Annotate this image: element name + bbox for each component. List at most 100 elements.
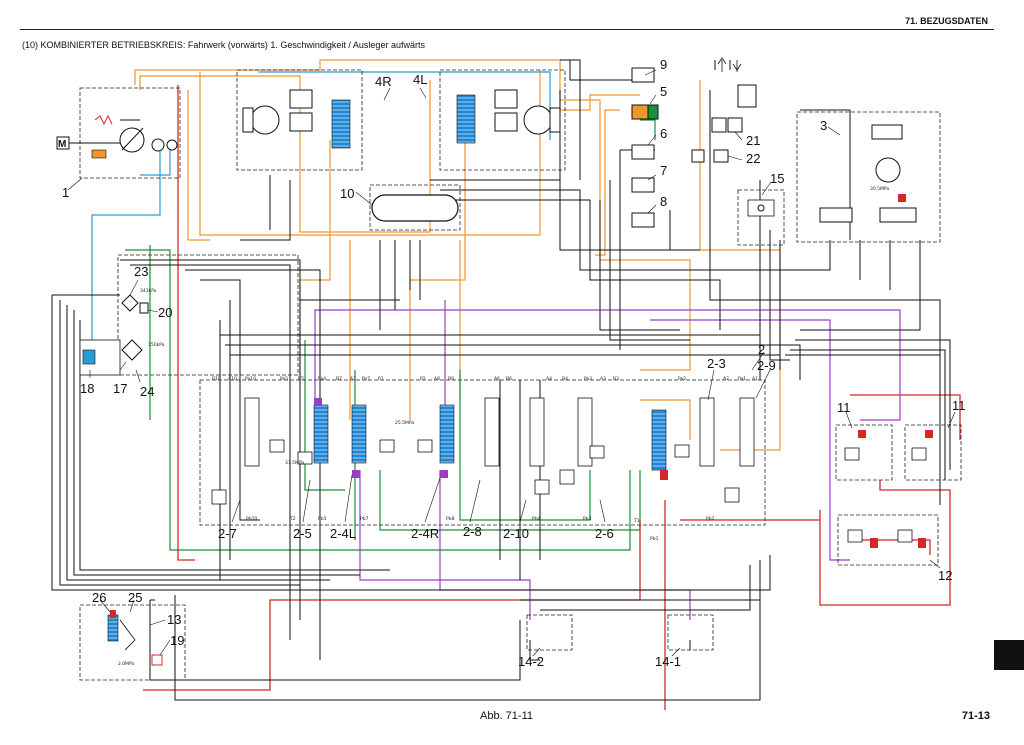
port-B7: B7 (336, 376, 342, 382)
pressure-note-4: 343kPa (140, 288, 157, 294)
red-pump-lines (143, 85, 961, 710)
label-6: 6 (660, 126, 667, 141)
label-7: 7 (660, 163, 667, 178)
port-Pb7: Pb7 (360, 516, 369, 522)
port-A10: A10 (228, 376, 237, 382)
pressure-note-2: 37.5MPa (285, 460, 304, 466)
port-A4: A4 (546, 376, 552, 382)
label-13: 13 (167, 612, 181, 627)
label-21: 21 (746, 133, 760, 148)
pressure-note-3: 150kPa (148, 342, 165, 348)
port-B4: B4 (562, 376, 568, 382)
label-4L: 4L (413, 72, 427, 87)
label-2-8: 2-8 (463, 524, 482, 539)
port-T2: T2 (289, 516, 296, 522)
label-2-5: 2-5 (293, 526, 312, 541)
port-B3: B3 (613, 376, 619, 382)
main-pump (56, 114, 178, 159)
label-2-4L: 2-4L (330, 526, 356, 541)
port-A2: A2 (723, 376, 729, 382)
port-B5: B5 (298, 376, 304, 382)
label-1: 1 (62, 185, 69, 200)
hydraulic-circuit-diagram: 1 2 3 4R 4L 5 6 7 8 9 10 11 11 12 13 14-… (51, 57, 966, 710)
pressure-notes: 25.5MPa 37.5MPa 150kPa 343kPa 30.5MPa 2.… (118, 186, 889, 667)
label-4R: 4R (375, 74, 392, 89)
label-2-7: 2-7 (218, 526, 237, 541)
port-Pa2: Pa2 (678, 376, 686, 382)
port-B10: B10 (212, 376, 221, 382)
figure-caption: Abb. 71-11 (480, 710, 534, 722)
port-P1: P1 (378, 376, 384, 382)
label-14-2: 14-2 (518, 654, 544, 669)
port-Pb2: Pb2 (706, 516, 715, 522)
pressure-note-1: 25.5MPa (395, 420, 414, 426)
control-valve-spools (211, 397, 755, 505)
label-2-4R: 2-4R (411, 526, 439, 541)
shuttle-valve-box (737, 189, 785, 246)
label-14-1: 14-1 (655, 654, 681, 669)
label-2-3: 2-3 (707, 356, 726, 371)
label-9: 9 (660, 57, 667, 72)
port-Pb1: Pb1 (650, 536, 659, 542)
port-T1: T1 (633, 518, 640, 524)
label-24: 24 (140, 384, 154, 399)
port-A6: A6 (494, 376, 500, 382)
label-8: 8 (660, 194, 667, 209)
port-Pb4: Pb4 (532, 516, 541, 522)
remote-valve-14-2-box (526, 614, 573, 651)
label-10: 10 (340, 186, 354, 201)
label-2-10: 2-10 (503, 526, 529, 541)
component-labels: 1 2 3 4R 4L 5 6 7 8 9 10 11 11 12 13 14-… (58, 57, 966, 669)
label-18: 18 (80, 381, 94, 396)
shuttle-valve (747, 199, 775, 217)
label-25: 25 (128, 590, 142, 605)
component-outlines (79, 69, 962, 681)
swing-motor (819, 124, 917, 223)
page-thumb-tab (994, 640, 1024, 670)
page-number: 71-13 (961, 710, 990, 722)
center-joint (371, 194, 459, 222)
port-Pa5: Pa5 (280, 376, 288, 382)
pressure-note-5: 30.5MPa (870, 186, 889, 192)
label-22: 22 (746, 151, 760, 166)
travel-motor-4R (242, 89, 351, 149)
label-12: 12 (938, 568, 952, 583)
label-20: 20 (158, 305, 172, 320)
label-2-9: 2-9 (757, 358, 776, 373)
label-26: 26 (92, 590, 106, 605)
port-Pa4: Pa4 (318, 376, 326, 382)
pilot-filter-section (79, 294, 149, 376)
port-A1: A1 (752, 376, 758, 382)
label-15: 15 (770, 171, 784, 186)
label-23: 23 (134, 264, 148, 279)
label-11-right: 11 (952, 398, 966, 413)
leader-lines (67, 69, 956, 657)
label-3: 3 (820, 118, 827, 133)
purple-travel-lines (314, 300, 901, 620)
port-A7: A7 (350, 376, 356, 382)
pilot-pressure-unit (107, 610, 163, 666)
label-19: 19 (170, 633, 184, 648)
pressure-note-6: 2.0MPa (118, 661, 135, 667)
swing-motor-box (796, 111, 941, 243)
port-B8: B8 (448, 376, 454, 382)
label-17: 17 (113, 381, 127, 396)
lock-valves (844, 430, 933, 548)
port-Pa1: Pa1 (738, 376, 746, 382)
port-Pb8: Pb8 (446, 516, 455, 522)
travel-motor-4L (456, 89, 561, 144)
label-11-left: 11 (837, 400, 851, 415)
port-Pa3: Pa3 (584, 376, 592, 382)
label-5: 5 (660, 84, 667, 99)
port-Pb3: Pb3 (583, 516, 592, 522)
port-B6: B6 (506, 376, 512, 382)
port-A8: A8 (434, 376, 440, 382)
switches-group (631, 57, 757, 228)
port-Pa10: Pa10 (245, 376, 256, 382)
port-Pa7: Pa7 (362, 376, 370, 382)
label-2-6: 2-6 (595, 526, 614, 541)
port-A3: A3 (600, 376, 606, 382)
motor-symbol: M (58, 139, 66, 150)
port-Pb5: Pb5 (318, 516, 327, 522)
port-Pb10: Pb10 (246, 516, 257, 522)
